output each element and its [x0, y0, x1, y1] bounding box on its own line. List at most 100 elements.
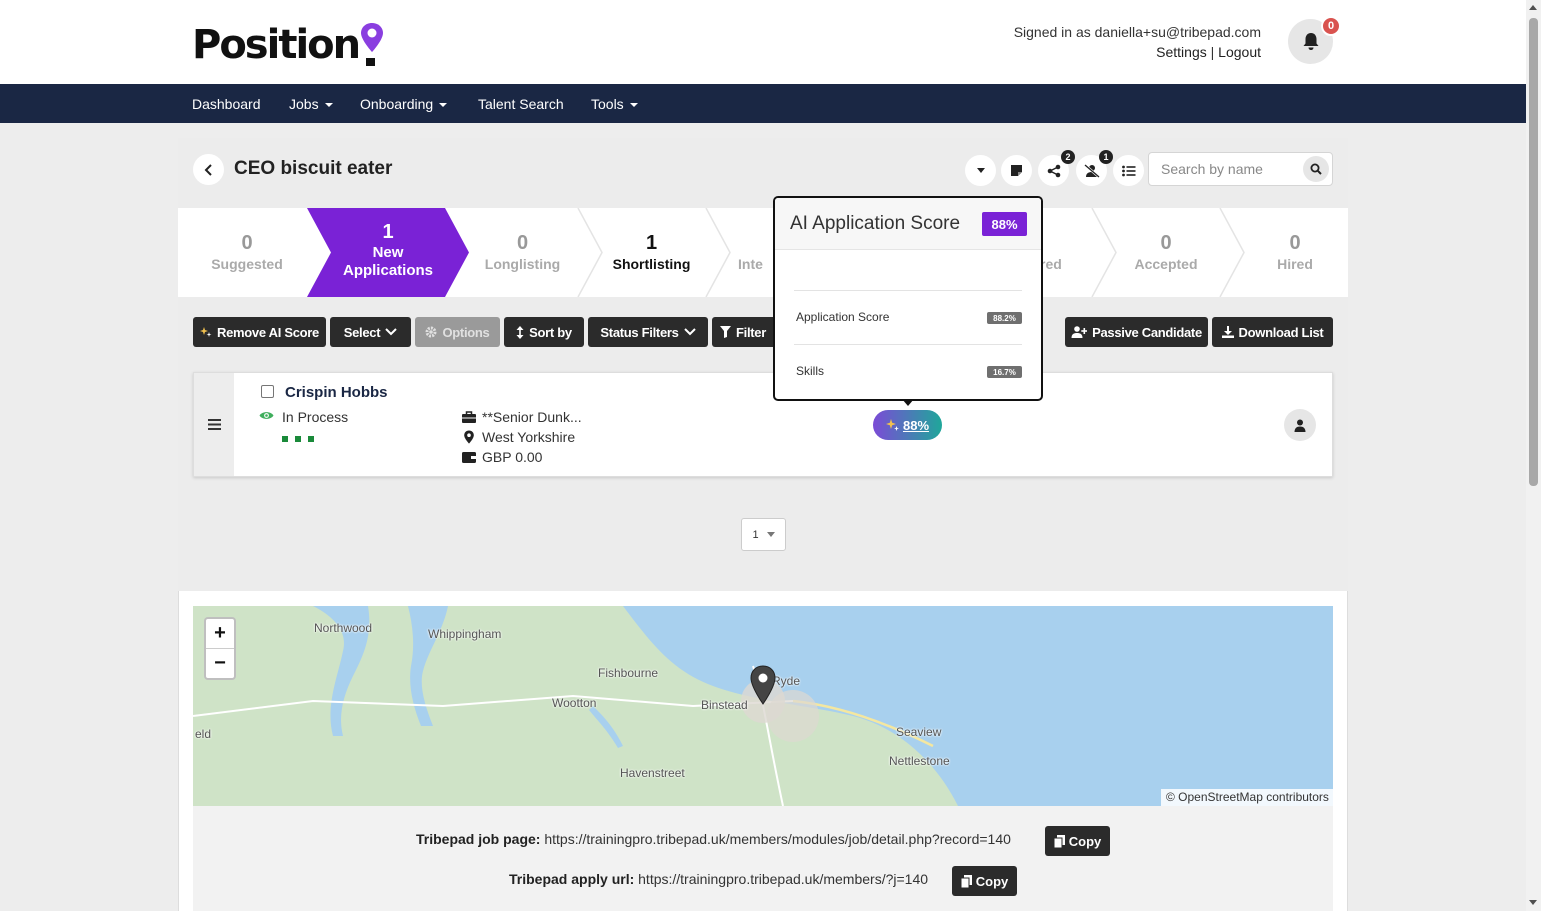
- search-button[interactable]: [1303, 156, 1329, 182]
- logout-link[interactable]: Logout: [1218, 44, 1261, 60]
- stage-new-applications[interactable]: 1 New Applications: [307, 208, 469, 297]
- settings-link[interactable]: Settings: [1156, 44, 1207, 60]
- candidate-search: [1148, 152, 1333, 186]
- candidate-name[interactable]: Crispin Hobbs: [285, 384, 388, 401]
- candidate-checkbox[interactable]: [261, 385, 274, 398]
- status-filters-button[interactable]: Status Filters: [588, 317, 708, 347]
- zoom-out-button[interactable]: −: [206, 648, 234, 677]
- popover-row: Skills 16.7%: [794, 344, 1022, 398]
- page-scrollbar[interactable]: [1526, 0, 1541, 911]
- map-marker-icon: [464, 430, 474, 444]
- ai-score-pill[interactable]: 88%: [873, 410, 942, 440]
- passive-candidate-button[interactable]: Passive Candidate: [1065, 317, 1208, 347]
- job-dropdown-button[interactable]: [965, 155, 996, 186]
- nav-onboarding[interactable]: Onboarding: [360, 84, 448, 123]
- map-attribution[interactable]: © OpenStreetMap contributors: [1161, 789, 1334, 806]
- list-view-button[interactable]: [1113, 155, 1144, 186]
- hidden-count-badge: 1: [1099, 150, 1113, 164]
- share-count-badge: 2: [1061, 150, 1075, 164]
- candidate-job: **Senior Dunk...: [482, 409, 582, 425]
- candidate-profile-button[interactable]: [1284, 409, 1316, 441]
- remove-ai-score-button[interactable]: Remove AI Score: [193, 317, 326, 347]
- position-logo[interactable]: Position: [192, 20, 384, 70]
- select-dropdown-button[interactable]: Select: [330, 317, 411, 347]
- popover-row-label: Application Score: [796, 310, 890, 324]
- job-title: CEO biscuit eater: [234, 158, 393, 179]
- eye-icon: [259, 412, 274, 419]
- copy-icon: [1053, 834, 1065, 848]
- user-plus-icon: [1071, 326, 1088, 338]
- notes-button[interactable]: [1001, 155, 1032, 186]
- signed-in-text: Signed in as daniella+su@tribepad.com: [1013, 24, 1261, 40]
- map-tiles: [193, 606, 1333, 806]
- nav-talent-search-label: Talent Search: [478, 96, 564, 112]
- logo-text: Position: [192, 22, 361, 68]
- scroll-thumb[interactable]: [1529, 18, 1538, 486]
- candidate-location: West Yorkshire: [482, 429, 576, 445]
- page-select-value: 1: [752, 528, 759, 541]
- map-label: Northwood: [314, 621, 373, 635]
- copy-label: Copy: [975, 873, 1009, 889]
- download-icon: [1221, 326, 1234, 338]
- nav-tools[interactable]: Tools: [591, 84, 638, 123]
- header-separator: |: [1210, 44, 1215, 60]
- drag-handle[interactable]: [194, 373, 234, 476]
- filter-button[interactable]: Filter: [712, 317, 774, 347]
- page-select[interactable]: 1: [741, 518, 786, 551]
- copy-job-page-button[interactable]: Copy: [1045, 826, 1110, 856]
- map-label: Ryde: [772, 674, 801, 688]
- candidate-salary: GBP 0.00: [482, 449, 543, 465]
- caret-down-icon: [629, 103, 638, 108]
- chevron-down-icon: [385, 328, 397, 336]
- map-label: Whippingham: [428, 627, 502, 641]
- logo-pin-icon: [361, 23, 384, 66]
- wallet-icon: [462, 452, 476, 463]
- ai-score-value: 88%: [902, 417, 930, 433]
- apply-url-label: Tribepad apply url:: [509, 871, 635, 887]
- copy-apply-url-button[interactable]: Copy: [952, 866, 1017, 896]
- job-links: [193, 806, 1333, 911]
- download-list-button[interactable]: Download List: [1212, 317, 1333, 347]
- scroll-down-arrow-icon[interactable]: [1529, 900, 1537, 905]
- nav-jobs-label: Jobs: [289, 96, 319, 112]
- chevron-down-icon: [683, 328, 696, 336]
- map-label: Havenstreet: [620, 766, 685, 780]
- status-filters-label: Status Filters: [600, 324, 679, 340]
- map-zoom-control: + −: [204, 617, 236, 680]
- stage-label-line2: Applications: [342, 262, 433, 279]
- select-label: Select: [343, 324, 381, 340]
- list-icon: [1121, 165, 1135, 176]
- map-marker-icon[interactable]: [750, 665, 776, 705]
- signed-in-block: Signed in as daniella+su@tribepad.com Se…: [1014, 22, 1261, 62]
- options-button[interactable]: Options: [415, 317, 500, 347]
- nav-dashboard[interactable]: Dashboard: [192, 84, 261, 123]
- job-page-label: Tribepad job page:: [416, 831, 541, 847]
- stage-count: 1: [382, 221, 394, 243]
- chevron-left-icon: [204, 163, 212, 176]
- map-label: Fishbourne: [598, 666, 659, 680]
- back-button[interactable]: [193, 154, 224, 185]
- nav-talent-search[interactable]: Talent Search: [478, 84, 564, 123]
- stage-label-line1: New: [372, 244, 404, 261]
- zoom-in-button[interactable]: +: [206, 619, 234, 648]
- candidate-status: In Process: [282, 409, 349, 425]
- map-label: Wootton: [552, 696, 597, 710]
- filter-label: Filter: [736, 324, 766, 340]
- candidate-job-line: **Senior Dunk...: [462, 409, 582, 425]
- scroll-up-arrow-icon[interactable]: [1529, 5, 1537, 10]
- share-icon: [1047, 164, 1060, 177]
- map-label: Nettlestone: [889, 754, 950, 768]
- search-input[interactable]: [1149, 153, 1299, 185]
- sort-by-label: Sort by: [529, 324, 572, 340]
- briefcase-icon: [462, 411, 476, 423]
- apply-url[interactable]: https://trainingpro.tribepad.uk/members/…: [638, 871, 928, 887]
- nav-jobs[interactable]: Jobs: [289, 84, 333, 123]
- location-map[interactable]: Northwood Whippingham Fishbourne Wootton…: [193, 606, 1333, 806]
- popover-row-value: 16.7%: [987, 366, 1022, 378]
- popover-row-value: 88.2%: [987, 312, 1022, 324]
- sparkle-icon: [200, 327, 212, 337]
- sort-by-button[interactable]: Sort by: [504, 317, 584, 347]
- map-label: Binstead: [701, 698, 748, 712]
- copy-label: Copy: [1068, 833, 1102, 849]
- job-page-url[interactable]: https://trainingpro.tribepad.uk/members/…: [544, 831, 1011, 847]
